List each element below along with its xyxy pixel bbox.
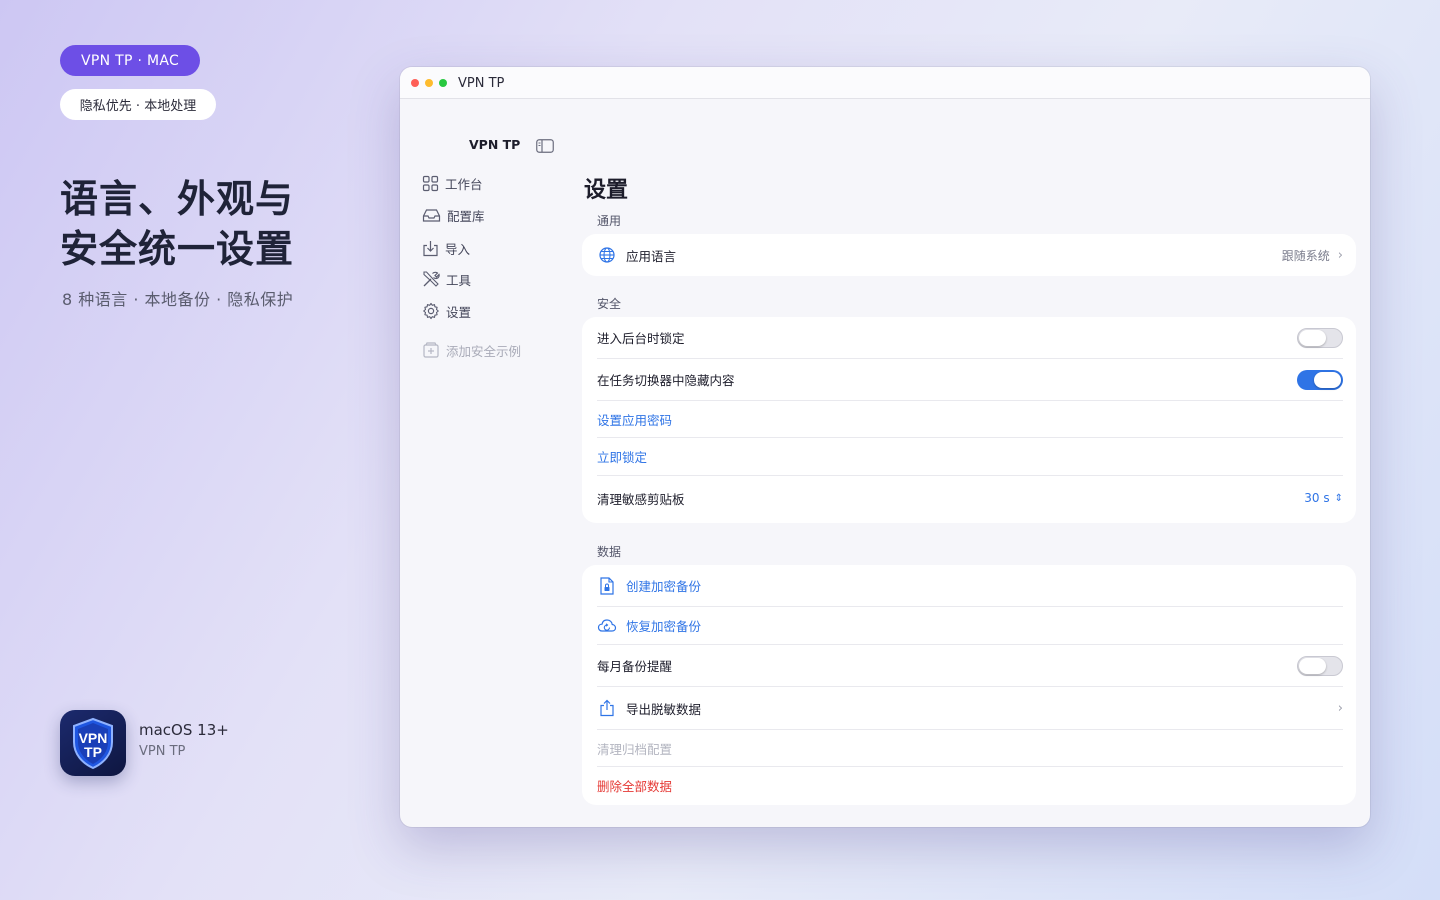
app-language-row[interactable]: 应用语言 跟随系统 › (597, 235, 1343, 275)
gear-icon (423, 302, 439, 320)
sidebar-item-workspace[interactable]: 工作台 (422, 172, 483, 194)
general-card: 应用语言 跟随系统 › (582, 234, 1356, 276)
create-backup-button[interactable]: 创建加密备份 (597, 565, 1343, 607)
sidebar-item-label: 工具 (446, 272, 472, 288)
share-icon (597, 698, 617, 718)
clear-archive-button[interactable]: 清理归档配置 (597, 730, 1343, 767)
sidebar-item-label: 设置 (446, 304, 472, 320)
privacy-pill: 隐私优先 · 本地处理 (60, 89, 216, 120)
hide-in-switcher-toggle[interactable] (1297, 369, 1343, 390)
sidebar-item-label: 导入 (445, 241, 471, 257)
monthly-reminder-toggle[interactable] (1297, 655, 1343, 676)
monthly-reminder-row: 每月备份提醒 (597, 645, 1343, 687)
export-data-row[interactable]: 导出脱敏数据 › (597, 687, 1343, 730)
lock-now-label: 立即锁定 (597, 450, 648, 465)
app-meta: macOS 13+ VPN TP (139, 721, 229, 759)
title-bar: VPN TP (400, 67, 1370, 99)
section-label-general: 通用 (597, 214, 622, 228)
tools-icon (423, 271, 440, 287)
add-sample-icon (423, 342, 439, 358)
add-sample-button[interactable]: 添加安全示例 (422, 339, 521, 361)
hide-in-switcher-label: 在任务切换器中隐藏内容 (597, 373, 735, 388)
sidebar-app-name: VPN TP (469, 137, 521, 152)
clear-clipboard-label: 清理敏感剪贴板 (597, 491, 685, 507)
lock-on-background-toggle[interactable] (1297, 327, 1343, 348)
section-label-security: 安全 (597, 297, 622, 311)
headline-line-2: 安全统一设置 (60, 227, 295, 271)
os-requirement: macOS 13+ (139, 721, 229, 739)
sidebar-item-tools[interactable]: 工具 (422, 268, 471, 290)
app-language-value: 跟随系统 (1281, 248, 1330, 263)
restore-backup-label: 恢复加密备份 (626, 619, 702, 634)
security-card: 进入后台时锁定 在任务切换器中隐藏内容 设置应用密码 立即锁定 清理敏感剪贴板 … (582, 317, 1356, 523)
import-icon (423, 240, 438, 256)
headline: 语言、外观与 安全统一设置 (60, 174, 380, 274)
hide-in-switcher-row: 在任务切换器中隐藏内容 (597, 359, 1343, 401)
sidebar: VPN TP 工作台 配置库 导入 工具 设置 添加安全示例 (400, 99, 566, 827)
close-window-button[interactable] (411, 79, 419, 87)
clear-clipboard-row: 清理敏感剪贴板 30 s ⇕ (597, 476, 1343, 520)
feature-subline: 8 种语言 · 本地备份 · 隐私保护 (62, 290, 294, 309)
section-label-data: 数据 (597, 545, 622, 559)
set-password-label: 设置应用密码 (597, 412, 673, 428)
platform-pill: VPN TP · MAC (60, 45, 200, 76)
lock-on-background-row: 进入后台时锁定 (597, 317, 1343, 359)
clear-clipboard-select[interactable]: 30 s (1304, 491, 1329, 505)
delete-all-button[interactable]: 删除全部数据 (597, 767, 1343, 804)
sidebar-item-label: 工作台 (445, 176, 483, 192)
chevron-right-icon: › (1337, 700, 1343, 716)
chevron-right-icon: › (1337, 247, 1343, 263)
data-card: 创建加密备份 恢复加密备份 每月备份提醒 导出脱敏数据 › 清理归档配置 删除全… (582, 565, 1356, 805)
restore-backup-button[interactable]: 恢复加密备份 (597, 607, 1343, 645)
document-lock-icon (597, 576, 617, 596)
minimize-window-button[interactable] (425, 79, 433, 87)
set-password-button[interactable]: 设置应用密码 (597, 401, 1343, 438)
lock-now-button[interactable]: 立即锁定 (597, 438, 1343, 476)
sidebar-item-settings[interactable]: 设置 (422, 300, 471, 322)
stepper-chevrons-icon[interactable]: ⇕ (1335, 493, 1343, 504)
cloud-restore-icon (597, 616, 617, 636)
app-name: VPN TP (139, 744, 186, 759)
app-language-label: 应用语言 (626, 248, 677, 264)
lock-on-background-label: 进入后台时锁定 (597, 331, 685, 346)
sidebar-toggle-icon (536, 139, 554, 153)
tray-icon (422, 208, 441, 222)
export-data-label: 导出脱敏数据 (626, 701, 702, 717)
icon-text-tp: TP (84, 744, 102, 760)
delete-all-label: 删除全部数据 (597, 779, 673, 794)
zoom-window-button[interactable] (439, 79, 447, 87)
app-window: VPN TP VPN TP 工作台 配置库 导入 工具 设置 添加安全示例 设置… (400, 67, 1370, 827)
create-backup-label: 创建加密备份 (626, 579, 702, 594)
sidebar-item-import[interactable]: 导入 (422, 237, 470, 259)
page-title: 设置 (584, 178, 629, 203)
headline-line-1: 语言、外观与 (60, 177, 295, 221)
globe-icon (597, 245, 617, 265)
grid-icon (422, 175, 439, 191)
settings-pane: 设置 通用 应用语言 跟随系统 › 安全 进入后台时锁定 在任务切换器中隐藏内容… (566, 99, 1370, 827)
add-sample-label: 添加安全示例 (446, 343, 522, 359)
clear-archive-label: 清理归档配置 (597, 741, 673, 757)
window-title: VPN TP (458, 76, 505, 91)
sidebar-item-label: 配置库 (447, 208, 485, 224)
monthly-reminder-label: 每月备份提醒 (597, 659, 673, 674)
sidebar-item-profiles[interactable]: 配置库 (422, 204, 485, 226)
app-icon: VPN TP (60, 710, 126, 776)
shield-logo-icon: VPN TP (73, 717, 113, 770)
sidebar-toggle-button[interactable] (536, 138, 554, 157)
